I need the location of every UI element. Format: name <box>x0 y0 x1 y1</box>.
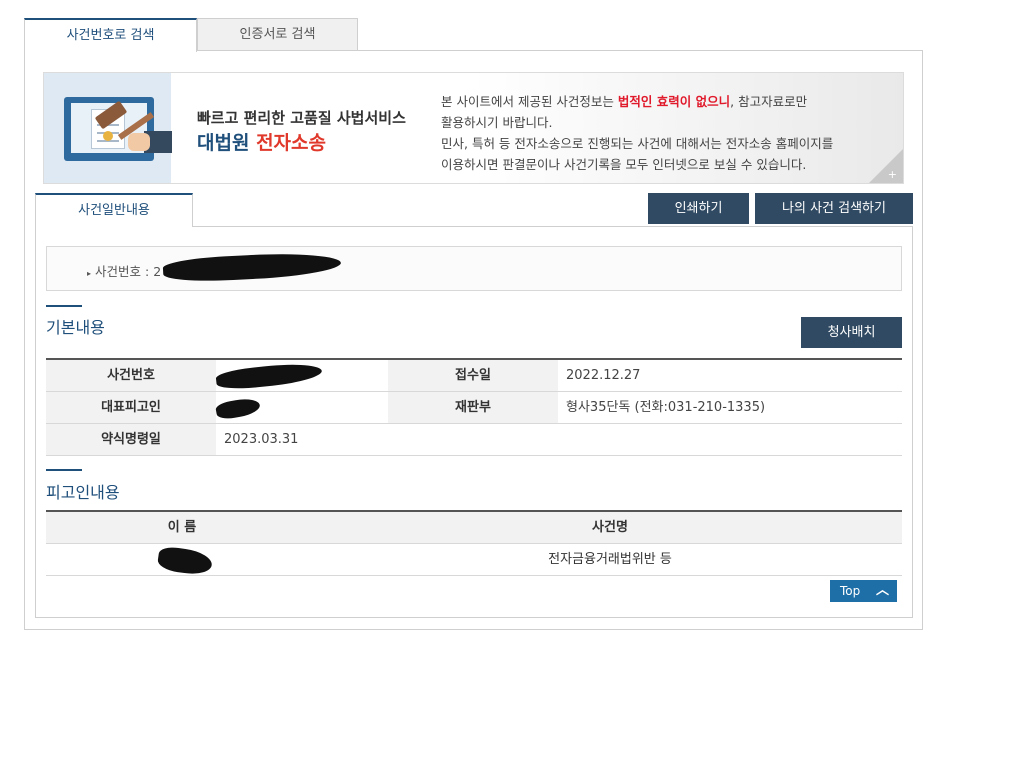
plus-icon[interactable]: + <box>888 168 897 181</box>
section-accent-bar <box>46 305 82 307</box>
banner-more-corner[interactable] <box>869 149 903 183</box>
court-value: 형사35단독 (전화:031-210-1335) <box>566 400 766 415</box>
top-button[interactable]: Top ︿ <box>830 580 897 602</box>
table-row: 사건번호 접수일 2022.12.27 <box>46 360 902 392</box>
section-accent-bar <box>46 469 82 471</box>
table-row: 전자금융거래법위반 등 <box>46 544 902 577</box>
my-case-search-button[interactable]: 나의 사건 검색하기 <box>755 193 913 224</box>
banner-subtitle: 대법원 전자소송 <box>197 132 326 154</box>
defendant-header: 대표피고인 <box>46 392 216 423</box>
case-number-header: 사건번호 <box>46 360 216 391</box>
summary-order-value: 2023.03.31 <box>224 432 299 447</box>
table-header-row: 이 름 사건명 <box>46 512 902 544</box>
redacted-defendant-name <box>156 545 214 577</box>
court-layout-button[interactable]: 청사배치 <box>801 317 902 348</box>
case-name-column-header: 사건명 <box>592 520 628 535</box>
redacted-case-number-value <box>215 360 323 392</box>
case-name-cell: 전자금융거래법위반 등 <box>548 552 672 567</box>
tab-case-number-search[interactable]: 사건번호로 검색 <box>24 18 197 52</box>
defendant-table: 이 름 사건명 전자금융거래법위반 등 <box>46 510 902 577</box>
basic-info-table: 사건번호 접수일 2022.12.27 대표피고인 재판부 형사35단독 (전화… <box>46 358 902 456</box>
summary-order-header: 약식명령일 <box>46 424 216 455</box>
court-header: 재판부 <box>388 392 558 423</box>
banner-title: 빠르고 편리한 고품질 사법서비스 <box>197 109 406 127</box>
print-button[interactable]: 인쇄하기 <box>648 193 749 224</box>
tab-case-general-info[interactable]: 사건일반내용 <box>35 193 193 227</box>
case-number-box: 사건번호 : 2 <box>46 246 902 291</box>
receipt-date-value: 2022.12.27 <box>566 368 641 383</box>
receipt-date-header: 접수일 <box>388 360 558 391</box>
name-column-header: 이 름 <box>167 520 197 535</box>
gavel-icon <box>44 73 172 183</box>
redacted-defendant-name <box>214 396 262 421</box>
tab-certificate-search[interactable]: 인증서로 검색 <box>197 18 358 51</box>
e-litigation-banner[interactable]: 빠르고 편리한 고품질 사법서비스 대법원 전자소송 본 사이트에서 제공된 사… <box>43 72 904 184</box>
case-number-value <box>215 360 388 392</box>
table-row: 대표피고인 재판부 형사35단독 (전화:031-210-1335) <box>46 392 902 424</box>
defendant-name-cell <box>46 544 318 577</box>
table-row: 약식명령일 2023.03.31 <box>46 424 902 456</box>
case-number-label: 사건번호 : 2 <box>87 261 161 280</box>
basic-info-heading: 기본내용 <box>46 318 105 337</box>
defendant-info-heading: 피고인내용 <box>46 483 120 502</box>
redacted-case-number <box>162 250 342 284</box>
banner-description: 본 사이트에서 제공된 사건정보는 법적인 효력이 없으니, 참고자료로만 활용… <box>441 94 834 172</box>
defendant-value <box>214 392 388 423</box>
chevron-up-icon: ︿ <box>875 583 889 598</box>
